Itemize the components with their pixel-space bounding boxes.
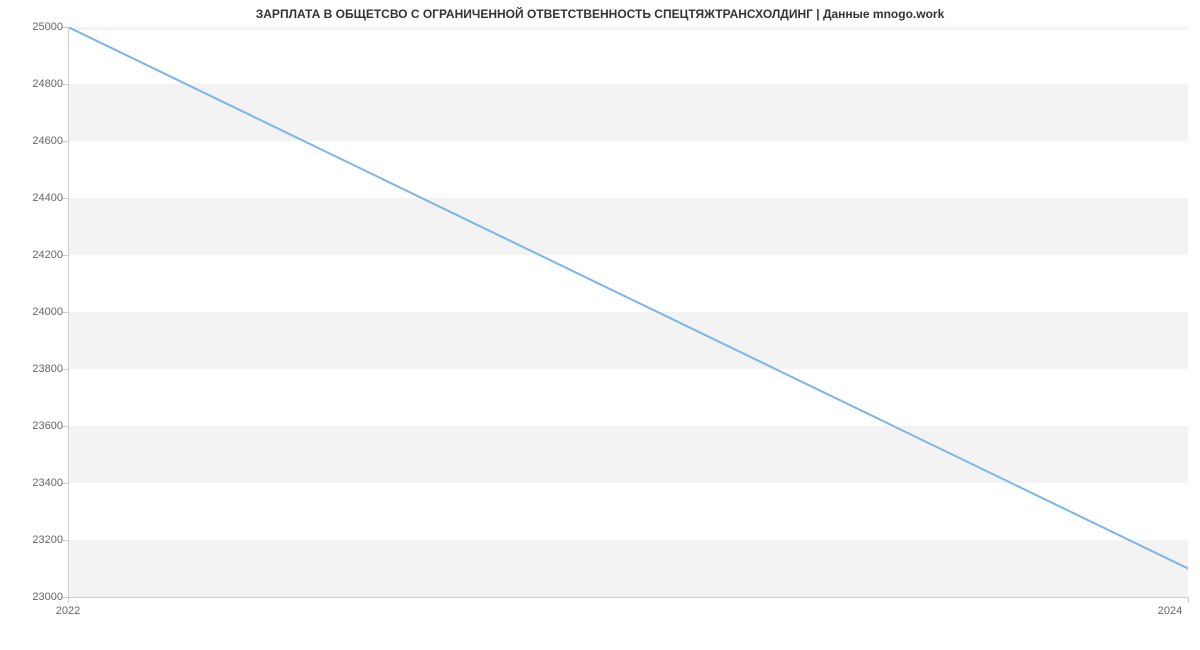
- y-axis-line: [68, 27, 69, 597]
- data-line: [68, 27, 1188, 597]
- y-tick-label: 23200: [8, 534, 63, 546]
- y-tick-label: 25000: [8, 21, 63, 33]
- y-tick-label: 24600: [8, 135, 63, 147]
- y-tick-label: 23800: [8, 363, 63, 375]
- x-tick-label: 2024: [1158, 605, 1182, 617]
- y-tick-label: 24400: [8, 192, 63, 204]
- y-tick-label: 24000: [8, 306, 63, 318]
- y-tick-label: 24800: [8, 78, 63, 90]
- plot-area: [68, 27, 1188, 597]
- y-tick-label: 24200: [8, 249, 63, 261]
- chart-container: ЗАРПЛАТА В ОБЩЕТСВО С ОГРАНИЧЕННОЙ ОТВЕТ…: [0, 0, 1200, 650]
- y-tick-label: 23400: [8, 477, 63, 489]
- chart-title: ЗАРПЛАТА В ОБЩЕТСВО С ОГРАНИЧЕННОЙ ОТВЕТ…: [0, 7, 1200, 21]
- y-tick-label: 23000: [8, 591, 63, 603]
- y-tick-label: 23600: [8, 420, 63, 432]
- x-axis-line: [68, 597, 1188, 598]
- x-tick-label: 2022: [56, 605, 80, 617]
- x-tick: [1188, 597, 1189, 603]
- x-tick: [68, 597, 69, 603]
